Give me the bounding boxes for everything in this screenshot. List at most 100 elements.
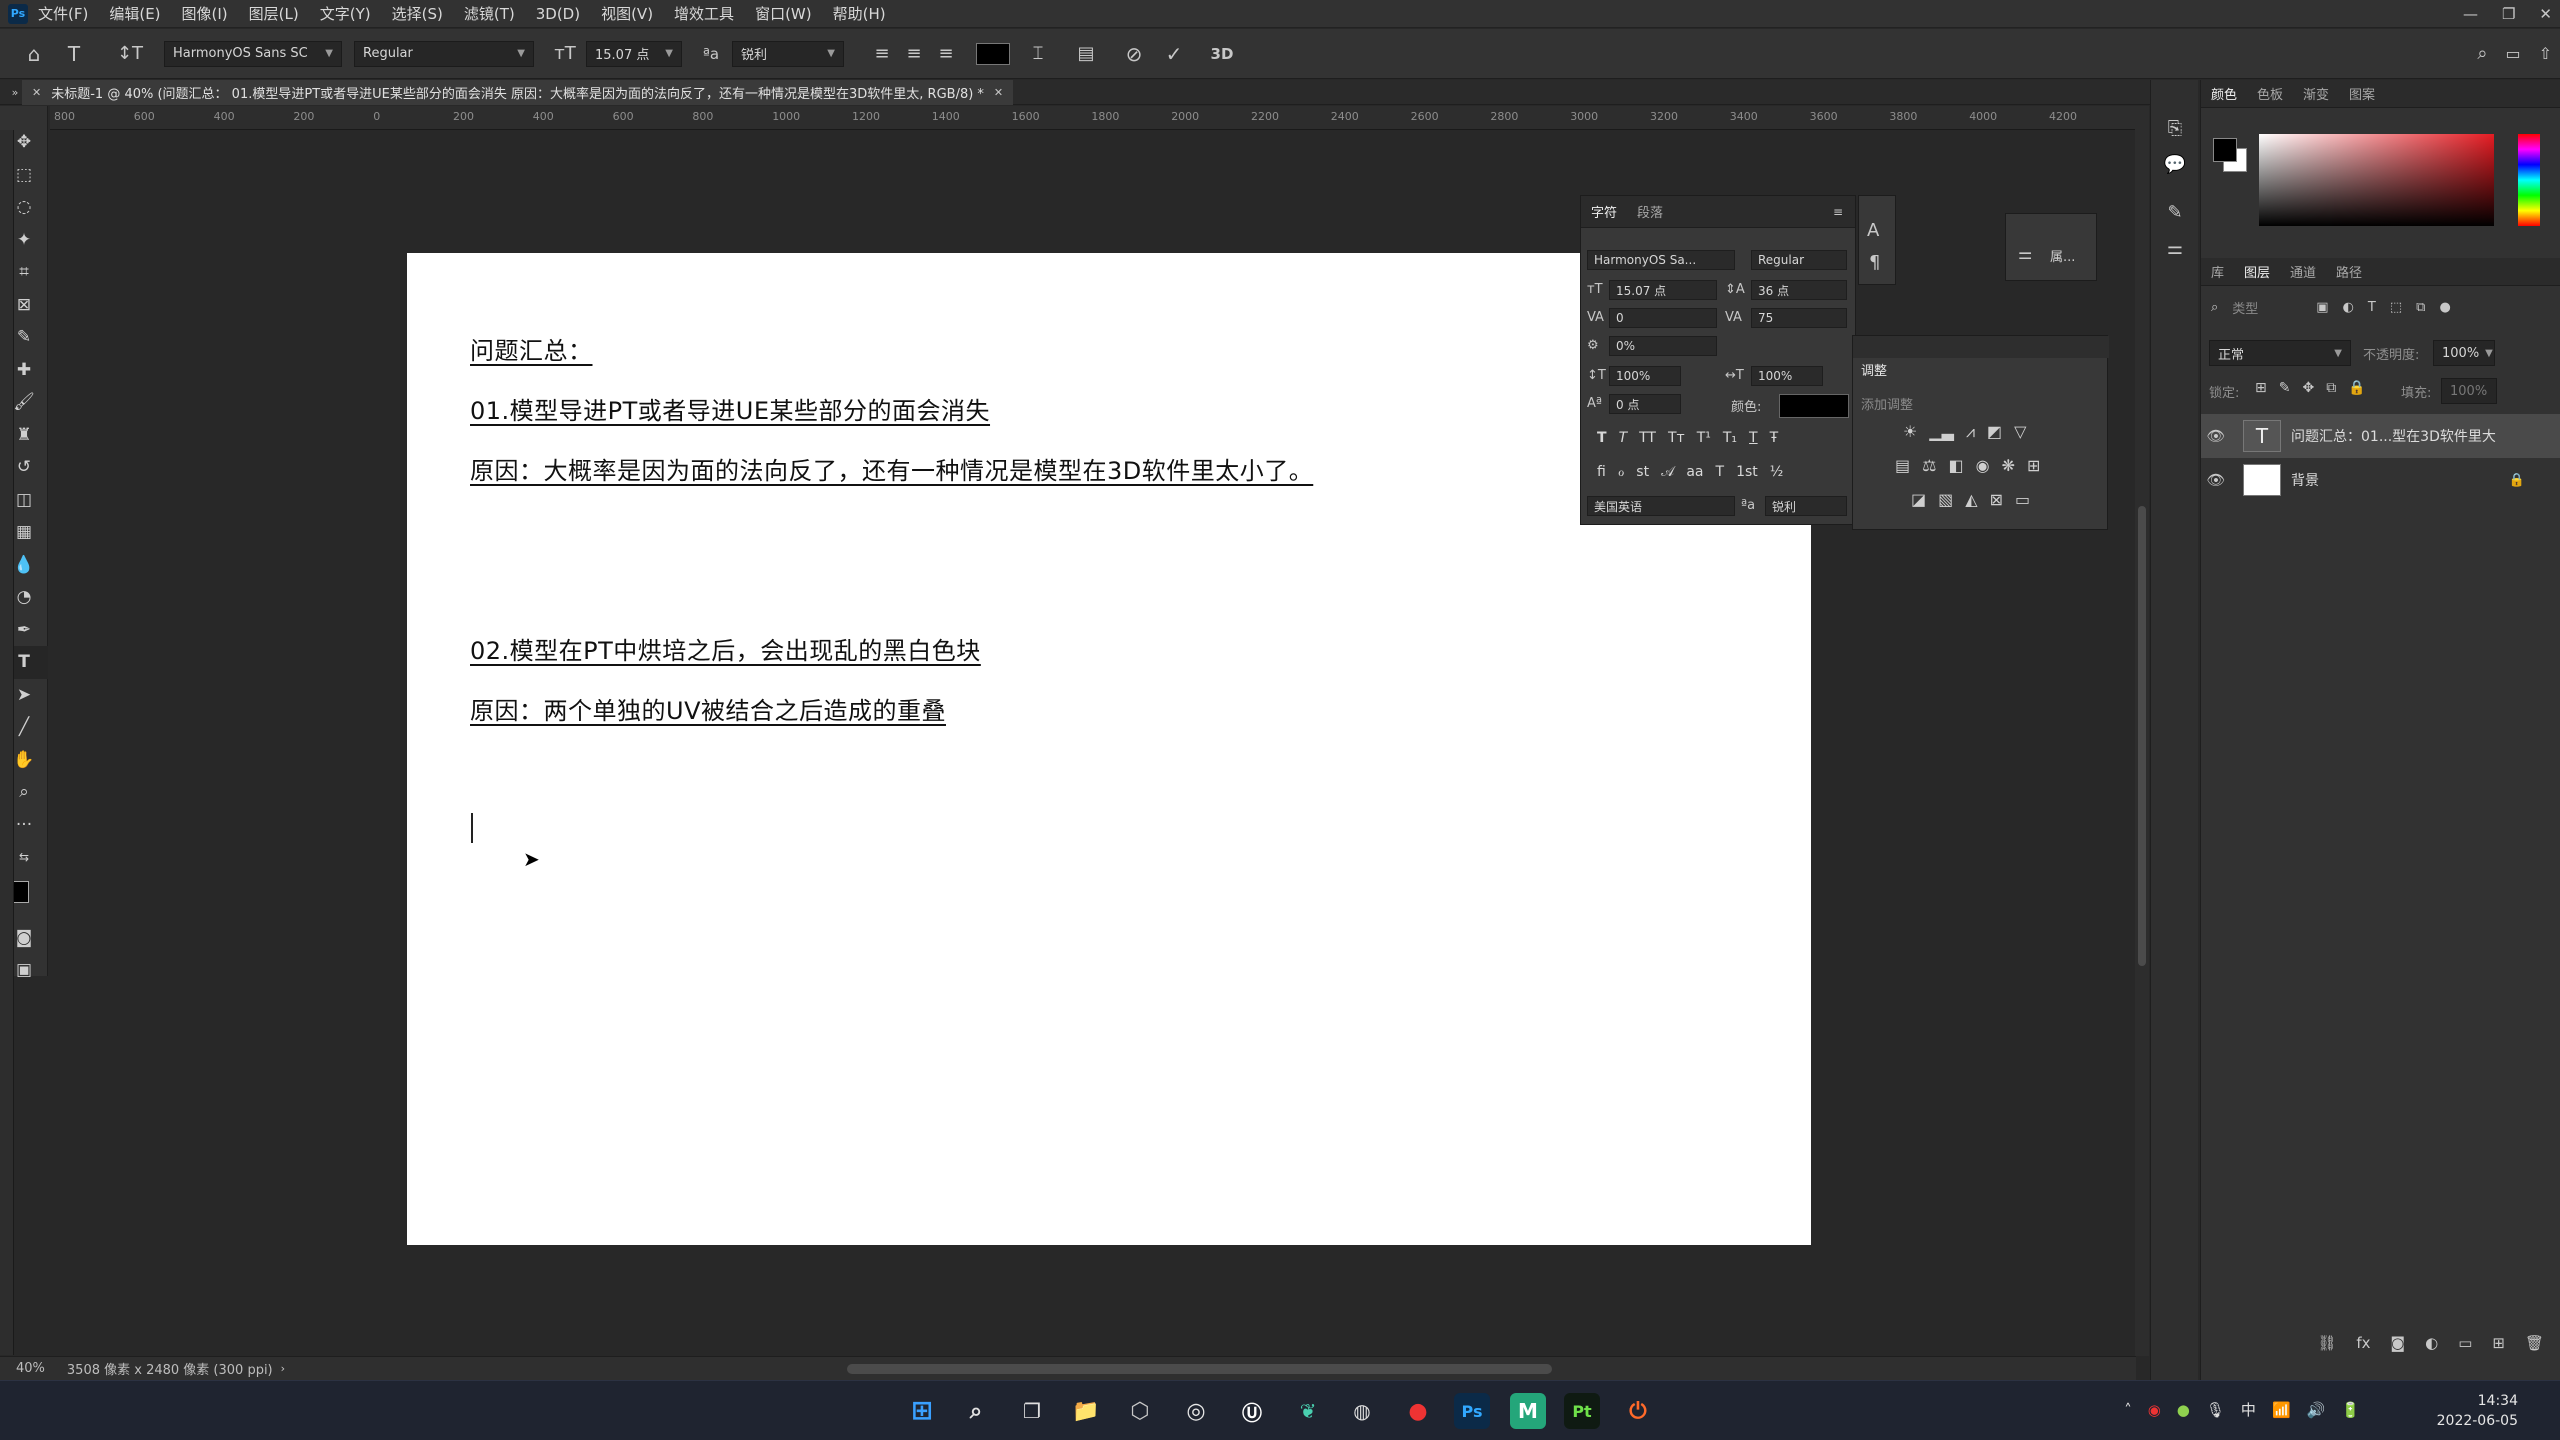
stylistic-button[interactable]: aa xyxy=(1686,464,1703,480)
all-caps-button[interactable]: TT xyxy=(1639,430,1656,446)
threshold-icon[interactable]: ◭ xyxy=(1965,490,1977,509)
tab-paths[interactable]: 路径 xyxy=(2336,262,2362,281)
swash-button[interactable]: 𝒜 xyxy=(1661,464,1674,480)
curves-icon[interactable]: ⩘ xyxy=(1966,422,1975,442)
delete-layer-icon[interactable]: 🗑 xyxy=(2525,1334,2544,1352)
blend-mode-select[interactable]: 正常 ▼ xyxy=(2209,340,2351,366)
brightness-icon[interactable]: ☀ xyxy=(1903,422,1917,442)
cp-tsume[interactable]: 0% xyxy=(1609,336,1717,356)
tray-app-icon[interactable]: ● xyxy=(2177,1401,2190,1419)
zoom-level[interactable]: 40% xyxy=(16,1361,45,1376)
horizontal-scroll-thumb[interactable] xyxy=(847,1364,1552,1374)
small-caps-button[interactable]: Tт xyxy=(1668,430,1685,446)
cp-baseline-shift[interactable]: 0 点 xyxy=(1609,394,1681,414)
history-panel-icon[interactable]: ⎘ xyxy=(2151,110,2199,146)
cp-horizontal-scale[interactable]: 100% xyxy=(1751,366,1823,386)
battery-icon[interactable]: 🔋 xyxy=(2341,1401,2360,1419)
color-picker-field[interactable] xyxy=(2259,134,2494,226)
commit-check-icon[interactable]: ✓ xyxy=(1154,42,1194,66)
tab-paragraph[interactable]: 段落 xyxy=(1637,202,1663,221)
alt-ligatures-button[interactable]: ℴ xyxy=(1618,464,1624,480)
layer-row-text[interactable]: 👁 T 问题汇总：01...型在3D软件里大 xyxy=(2201,414,2560,458)
font-style-select[interactable]: Regular ▼ xyxy=(354,40,534,67)
minimize-icon[interactable]: — xyxy=(2463,5,2478,23)
subscript-button[interactable]: T₁ xyxy=(1723,430,1737,446)
text-line-item-2[interactable]: 02.模型在PT中烘培之后，会出现乱的黑白色块 xyxy=(470,631,981,666)
align-right-icon[interactable]: ≡ xyxy=(930,43,962,64)
lock-icon[interactable]: 🔒 xyxy=(2509,473,2525,488)
cp-tracking[interactable]: 75 xyxy=(1751,308,1847,328)
levels-icon[interactable]: ▁▃ xyxy=(1929,422,1954,442)
ligatures-button[interactable]: ﬁ xyxy=(1597,464,1606,480)
text-line-reason-1[interactable]: 原因：大概率是因为面的法向反了，还有一种情况是模型在3D软件里太小了。 xyxy=(470,451,1313,486)
cp-color-swatch[interactable] xyxy=(1779,394,1849,418)
filter-smart-object-icon[interactable]: ⧉ xyxy=(2416,300,2425,315)
menu-select[interactable]: 选择(S) xyxy=(392,3,443,24)
tab-gradients[interactable]: 渐变 xyxy=(2303,84,2329,103)
add-mask-icon[interactable]: ◙ xyxy=(2391,1334,2406,1352)
share-icon[interactable]: ⇧ xyxy=(2539,44,2552,63)
taskbar-search-icon[interactable]: ⌕ xyxy=(958,1393,994,1429)
task-view-icon[interactable]: ❐ xyxy=(1014,1393,1050,1429)
cp-leading[interactable]: 36 点 xyxy=(1751,280,1847,300)
align-left-icon[interactable]: ≡ xyxy=(866,43,898,64)
tabs-collapse-icon[interactable]: » xyxy=(8,86,22,99)
selective-color-icon[interactable]: ⊠ xyxy=(1990,490,2003,509)
menu-window[interactable]: 窗口(W) xyxy=(755,3,812,24)
cp-font-style[interactable]: Regular xyxy=(1751,250,1847,270)
panel-menu-icon[interactable]: ≡ xyxy=(1833,205,1843,219)
photo-filter-icon[interactable]: ◉ xyxy=(1976,456,1990,475)
lock-artboard-icon[interactable]: ⧉ xyxy=(2326,380,2336,396)
properties-label[interactable]: 属... xyxy=(2050,246,2075,265)
new-adjustment-icon[interactable]: ◐ xyxy=(2425,1334,2438,1352)
vibrance-icon[interactable]: ▽ xyxy=(2014,422,2026,442)
link-layers-icon[interactable]: ⛓ xyxy=(2317,1334,2336,1352)
type-tool-preset-icon[interactable]: T xyxy=(54,42,94,66)
text-line-reason-2[interactable]: 原因：两个单独的UV被结合之后造成的重叠 xyxy=(470,691,946,726)
menu-edit[interactable]: 编辑(E) xyxy=(109,3,160,24)
titling-button[interactable]: T xyxy=(1716,464,1725,480)
menu-plugins[interactable]: 增效工具 xyxy=(674,3,734,24)
tab-channels[interactable]: 通道 xyxy=(2290,262,2316,281)
paragraph-panel-icon[interactable]: ¶ xyxy=(1869,252,1880,273)
character-panel-icon[interactable]: A xyxy=(1867,220,1879,241)
tab-patterns[interactable]: 图案 xyxy=(2349,84,2375,103)
home-icon[interactable]: ⌂ xyxy=(14,42,54,66)
document-size-info[interactable]: 3508 像素 x 2480 像素 (300 ppi) xyxy=(67,1359,273,1378)
search-icon[interactable]: ⌕ xyxy=(2477,43,2487,64)
cp-font-family[interactable]: HarmonyOS Sa... xyxy=(1587,250,1735,270)
tab-character[interactable]: 字符 xyxy=(1591,202,1617,221)
fractions-button[interactable]: ½ xyxy=(1770,464,1784,480)
character-panel-toggle-icon[interactable]: ▤ xyxy=(1066,43,1106,64)
comments-panel-icon[interactable]: 💬 xyxy=(2151,146,2199,182)
strikethrough-button[interactable]: Ŧ xyxy=(1770,430,1779,446)
tray-record-icon[interactable]: ◉ xyxy=(2148,1401,2161,1419)
gradient-map-icon[interactable]: ▭ xyxy=(2015,490,2030,509)
chrome-icon[interactable]: ◎ xyxy=(1178,1393,1214,1429)
cp-anti-alias-select[interactable]: 锐利 xyxy=(1765,496,1847,516)
font-family-select[interactable]: HarmonyOS Sans SC ▼ xyxy=(164,40,342,67)
wifi-icon[interactable]: 📶 xyxy=(2272,1401,2291,1419)
menu-filter[interactable]: 滤镜(T) xyxy=(464,3,515,24)
anti-alias-select[interactable]: 锐利 ▼ xyxy=(732,40,844,67)
filter-shape-icon[interactable]: ⬚ xyxy=(2390,300,2402,315)
taskbar-photoshop-icon[interactable]: Ps xyxy=(1454,1393,1490,1429)
posterize-icon[interactable]: ▧ xyxy=(1938,490,1953,509)
app-cube-icon[interactable]: ⬡ xyxy=(1122,1393,1158,1429)
app-power-icon[interactable]: ⏻ xyxy=(1620,1393,1656,1429)
file-explorer-icon[interactable]: 📁 xyxy=(1068,1393,1104,1429)
lock-all-icon[interactable]: 🔒 xyxy=(2348,380,2365,396)
fill-field[interactable]: 100% xyxy=(2441,378,2497,404)
tray-mic-icon[interactable]: 🎙 xyxy=(2206,1401,2225,1419)
vertical-scroll-thumb[interactable] xyxy=(2138,506,2146,966)
layer-style-icon[interactable]: fx xyxy=(2356,1334,2370,1352)
adjustments-strip-icon[interactable]: ⚌ xyxy=(2151,230,2199,266)
close-icon[interactable]: ✕ xyxy=(2539,5,2552,23)
menu-3d[interactable]: 3D(D) xyxy=(536,5,580,23)
warp-text-icon[interactable]: ⌶ xyxy=(1018,43,1058,64)
cp-kerning[interactable]: 0 xyxy=(1609,308,1717,328)
windows-start-icon[interactable]: ⊞ xyxy=(904,1393,940,1429)
tray-expand-icon[interactable]: ˄ xyxy=(2124,1401,2132,1419)
opacity-field[interactable]: 100% ▼ xyxy=(2433,340,2495,366)
restore-icon[interactable]: ❐ xyxy=(2502,5,2515,23)
